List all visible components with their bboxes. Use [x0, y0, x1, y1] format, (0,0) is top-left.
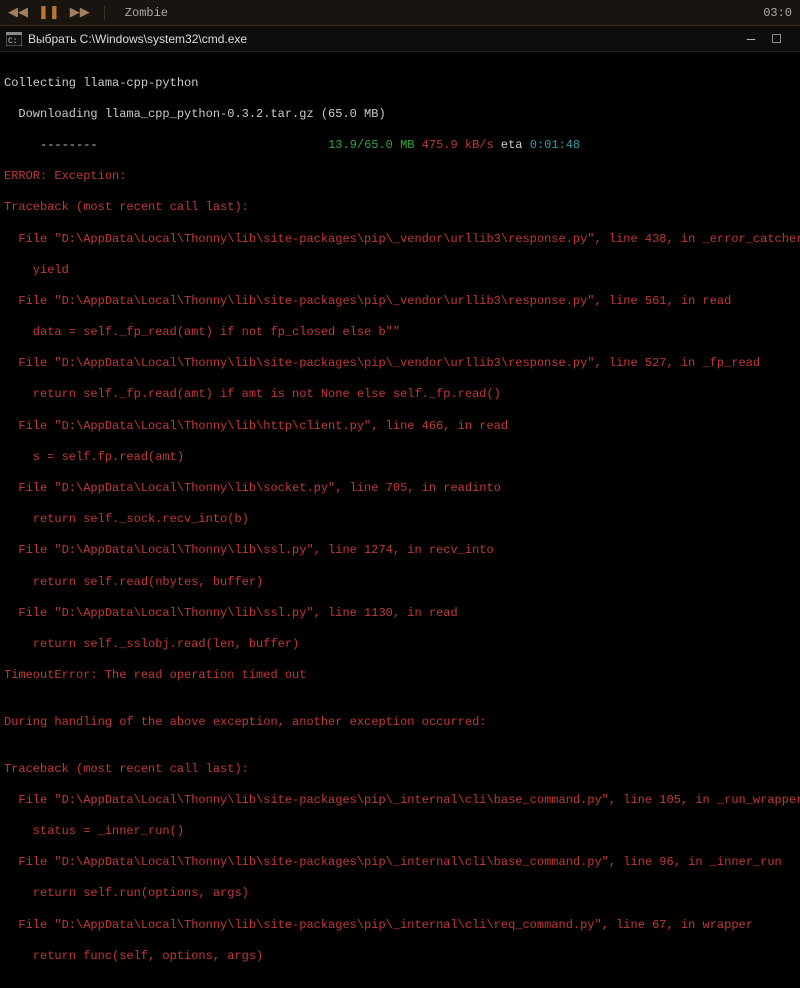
progress-size: 13.9/65.0 MB: [98, 138, 415, 152]
error-line: return self.read(nbytes, buffer): [4, 575, 796, 591]
window-controls: ─ ☐: [747, 32, 794, 46]
output-line: Collecting llama-cpp-python: [4, 76, 796, 92]
playback-time: 03:0: [763, 6, 792, 20]
error-line: File "D:\AppData\Local\Thonny\lib\site-p…: [4, 855, 796, 871]
forward-icon[interactable]: ▶▶: [70, 5, 90, 20]
error-line: Traceback (most recent call last):: [4, 762, 796, 778]
track-title: Zombie: [125, 6, 168, 20]
cmd-icon: C:: [6, 31, 22, 47]
progress-eta: 0:01:48: [530, 138, 580, 152]
error-line: Traceback (most recent call last):: [4, 200, 796, 216]
minimize-button[interactable]: ─: [747, 32, 756, 46]
media-controls: ◀◀ ❚❚ ▶▶ Zombie: [8, 5, 168, 20]
error-line: File "D:\AppData\Local\Thonny\lib\socket…: [4, 481, 796, 497]
error-line: s = self.fp.read(amt): [4, 450, 796, 466]
error-line: During handling of the above exception, …: [4, 715, 796, 731]
output-line: Downloading llama_cpp_python-0.3.2.tar.g…: [4, 107, 796, 123]
error-line: File "D:\AppData\Local\Thonny\lib\http\c…: [4, 419, 796, 435]
error-line: return self._sslobj.read(len, buffer): [4, 637, 796, 653]
svg-text:C:: C:: [8, 37, 18, 46]
error-line: File "D:\AppData\Local\Thonny\lib\site-p…: [4, 232, 796, 248]
terminal-output[interactable]: Collecting llama-cpp-python Downloading …: [0, 52, 800, 988]
error-line: data = self._fp_read(amt) if not fp_clos…: [4, 325, 796, 341]
divider: [104, 6, 105, 20]
maximize-button[interactable]: ☐: [771, 32, 782, 46]
pause-icon[interactable]: ❚❚: [38, 5, 60, 20]
error-line: return self._sock.recv_into(b): [4, 512, 796, 528]
eta-label: eta: [494, 138, 530, 152]
error-line: File "D:\AppData\Local\Thonny\lib\site-p…: [4, 294, 796, 310]
error-line: return self.run(options, args): [4, 886, 796, 902]
error-line: File "D:\AppData\Local\Thonny\lib\site-p…: [4, 356, 796, 372]
window-title-bar: C: Выбрать C:\Windows\system32\cmd.exe ─…: [0, 26, 800, 52]
window-title: Выбрать C:\Windows\system32\cmd.exe: [28, 32, 247, 46]
error-line: yield: [4, 263, 796, 279]
error-line: return func(self, options, args): [4, 949, 796, 965]
rewind-icon[interactable]: ◀◀: [8, 5, 28, 20]
progress-speed: 475.9 kB/s: [414, 138, 493, 152]
error-line: TimeoutError: The read operation timed o…: [4, 668, 796, 684]
error-line: return self._fp.read(amt) if amt is not …: [4, 387, 796, 403]
error-line: File "D:\AppData\Local\Thonny\lib\ssl.py…: [4, 606, 796, 622]
progress-line: -------- 13.9/65.0 MB 475.9 kB/s eta 0:0…: [4, 138, 796, 154]
media-player-bar: ◀◀ ❚❚ ▶▶ Zombie 03:0: [0, 0, 800, 26]
error-line: status = _inner_run(): [4, 824, 796, 840]
error-line: File "D:\AppData\Local\Thonny\lib\site-p…: [4, 793, 796, 809]
error-line: ERROR: Exception:: [4, 169, 796, 185]
progress-bar: --------: [4, 138, 98, 152]
error-line: File "D:\AppData\Local\Thonny\lib\site-p…: [4, 918, 796, 934]
error-line: File "D:\AppData\Local\Thonny\lib\ssl.py…: [4, 543, 796, 559]
